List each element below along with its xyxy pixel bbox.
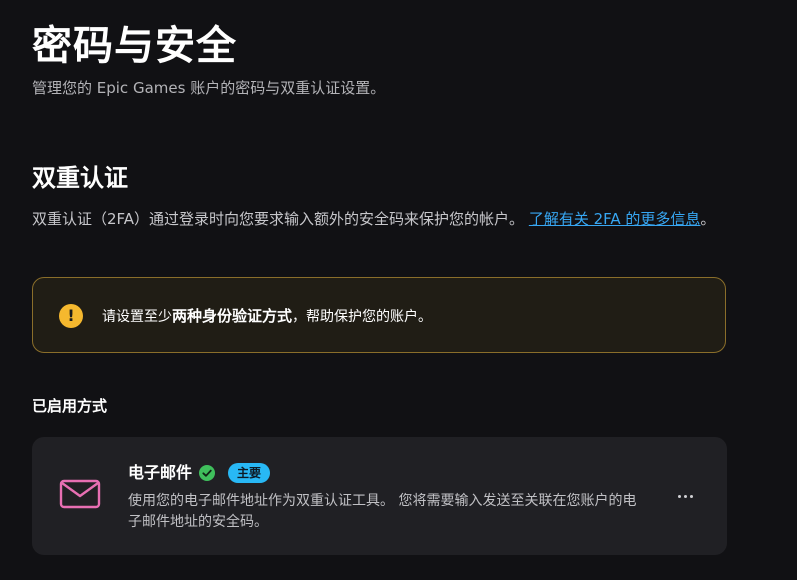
method-description: 使用您的电子邮件地址作为双重认证工具。 您将需要输入发送至关联在您账户的电子邮件…: [128, 493, 637, 530]
two-factor-description: 双重认证（2FA）通过登录时向您要求输入额外的安全码来保护您的帐户。 了解有关 …: [32, 207, 737, 231]
page-title: 密码与安全: [32, 23, 237, 69]
method-name-row: 电子邮件 主要: [128, 462, 271, 484]
enabled-methods-title: 已启用方式: [32, 397, 108, 415]
two-factor-description-end: 。: [700, 210, 716, 228]
more-horizontal-icon: [677, 494, 681, 498]
warning-text-strong: 两种身份验证方式: [172, 307, 293, 325]
warning-text-suffix: ，帮助保护您的账户。: [292, 309, 433, 325]
learn-more-2fa-link[interactable]: 了解有关 2FA 的更多信息: [529, 210, 701, 228]
method-name: 电子邮件: [128, 463, 193, 482]
two-factor-description-text: 双重认证（2FA）通过登录时向您要求输入额外的安全码来保护您的帐户。: [32, 210, 529, 228]
primary-badge: 主要: [228, 463, 271, 483]
more-options-button[interactable]: [668, 484, 702, 508]
mail-icon: [59, 479, 101, 509]
email-method-card: 电子邮件 主要 使用您的电子邮件地址作为双重认证工具。 您将需要输入发送至关联在…: [32, 437, 727, 555]
warning-text-prefix: 请设置至少: [102, 309, 172, 325]
password-security-page: 密码与安全 管理您的 Epic Games 账户的密码与双重认证设置。 双重认证…: [0, 0, 797, 580]
warning-text: 请设置至少两种身份验证方式，帮助保护您的账户。: [102, 305, 432, 328]
check-circle-icon: [199, 465, 216, 481]
two-factor-section-title: 双重认证: [32, 164, 128, 192]
exclamation-icon: !: [59, 304, 83, 328]
more-horizontal-icon-dot: [683, 494, 687, 498]
more-horizontal-icon-dot: [689, 494, 693, 498]
page-subtitle: 管理您的 Epic Games 账户的密码与双重认证设置。: [32, 79, 386, 97]
two-methods-warning: ! 请设置至少两种身份验证方式，帮助保护您的账户。: [32, 277, 726, 353]
